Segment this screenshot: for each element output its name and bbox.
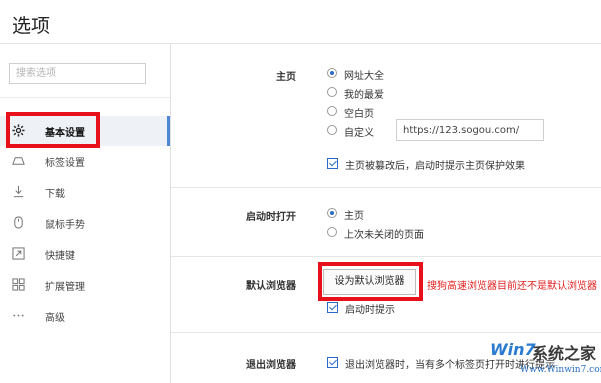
sidebar-item-label: 快捷键 [45,251,75,262]
watermark-brand-suffix: 系统之家 [532,344,597,363]
sidebar-item-advanced[interactable]: 高级 [0,301,170,331]
homepage-protect-checkbox[interactable] [327,158,338,169]
radio-button[interactable] [327,87,337,97]
shortcut-icon [12,247,25,260]
homepage-protect-label: 主页被篡改后，启动时提示主页保护效果 [345,161,525,172]
highlight-box-default-button [318,262,423,301]
section-divider [171,332,601,333]
watermark-site: Www.Winwin7.com [520,365,601,375]
page-title: 选项 [12,15,51,37]
search-input[interactable] [9,63,146,84]
section-divider [171,256,601,257]
watermark-brand: Win7 [490,340,536,359]
radio-button[interactable] [327,208,337,218]
watermark: Win7 系统之家 Www.Winwin7.com [490,340,601,383]
sidebar-item-tab-settings[interactable]: 标签设置 [0,146,170,176]
exit-browser-label: 退出浏览器 [246,360,296,371]
radio-button[interactable] [327,227,337,237]
sidebar-item-download[interactable]: 下载 [0,177,170,207]
radio-button[interactable] [327,125,337,135]
default-browser-warning: 搜狗高速浏览器目前还不是默认浏览器 [427,281,597,292]
nav-separator [0,97,170,98]
sidebar-item-mouse-gestures[interactable]: 鼠标手势 [0,208,170,238]
download-icon [13,185,24,198]
mouse-icon [14,216,23,229]
active-indicator [167,116,170,146]
section-divider [171,187,601,188]
sidebar-item-extensions[interactable]: 扩展管理 [0,270,170,300]
default-browser-label: 默认浏览器 [246,281,296,292]
startup-prompt-checkbox[interactable] [327,302,338,313]
custom-homepage-url-input[interactable] [396,119,544,141]
extensions-icon [12,278,25,291]
homepage-label: 主页 [276,72,296,83]
highlight-box-basic-settings [6,112,100,148]
sidebar-item-label: 下载 [45,189,65,200]
sidebar-item-label: 高级 [45,313,65,324]
sidebar-item-label: 扩展管理 [45,282,85,293]
radio-button[interactable] [327,106,337,116]
tab-icon [12,157,25,165]
exit-prompt-checkbox[interactable] [327,357,338,368]
more-icon [13,314,24,317]
sidebar-item-label: 鼠标手势 [45,220,85,231]
sidebar-item-label: 标签设置 [45,158,85,169]
startup-label: 启动时打开 [246,212,296,223]
sidebar-item-shortcuts[interactable]: 快捷键 [0,239,170,269]
startup-prompt-label: 启动时提示 [345,305,395,316]
radio-button[interactable] [327,68,337,78]
